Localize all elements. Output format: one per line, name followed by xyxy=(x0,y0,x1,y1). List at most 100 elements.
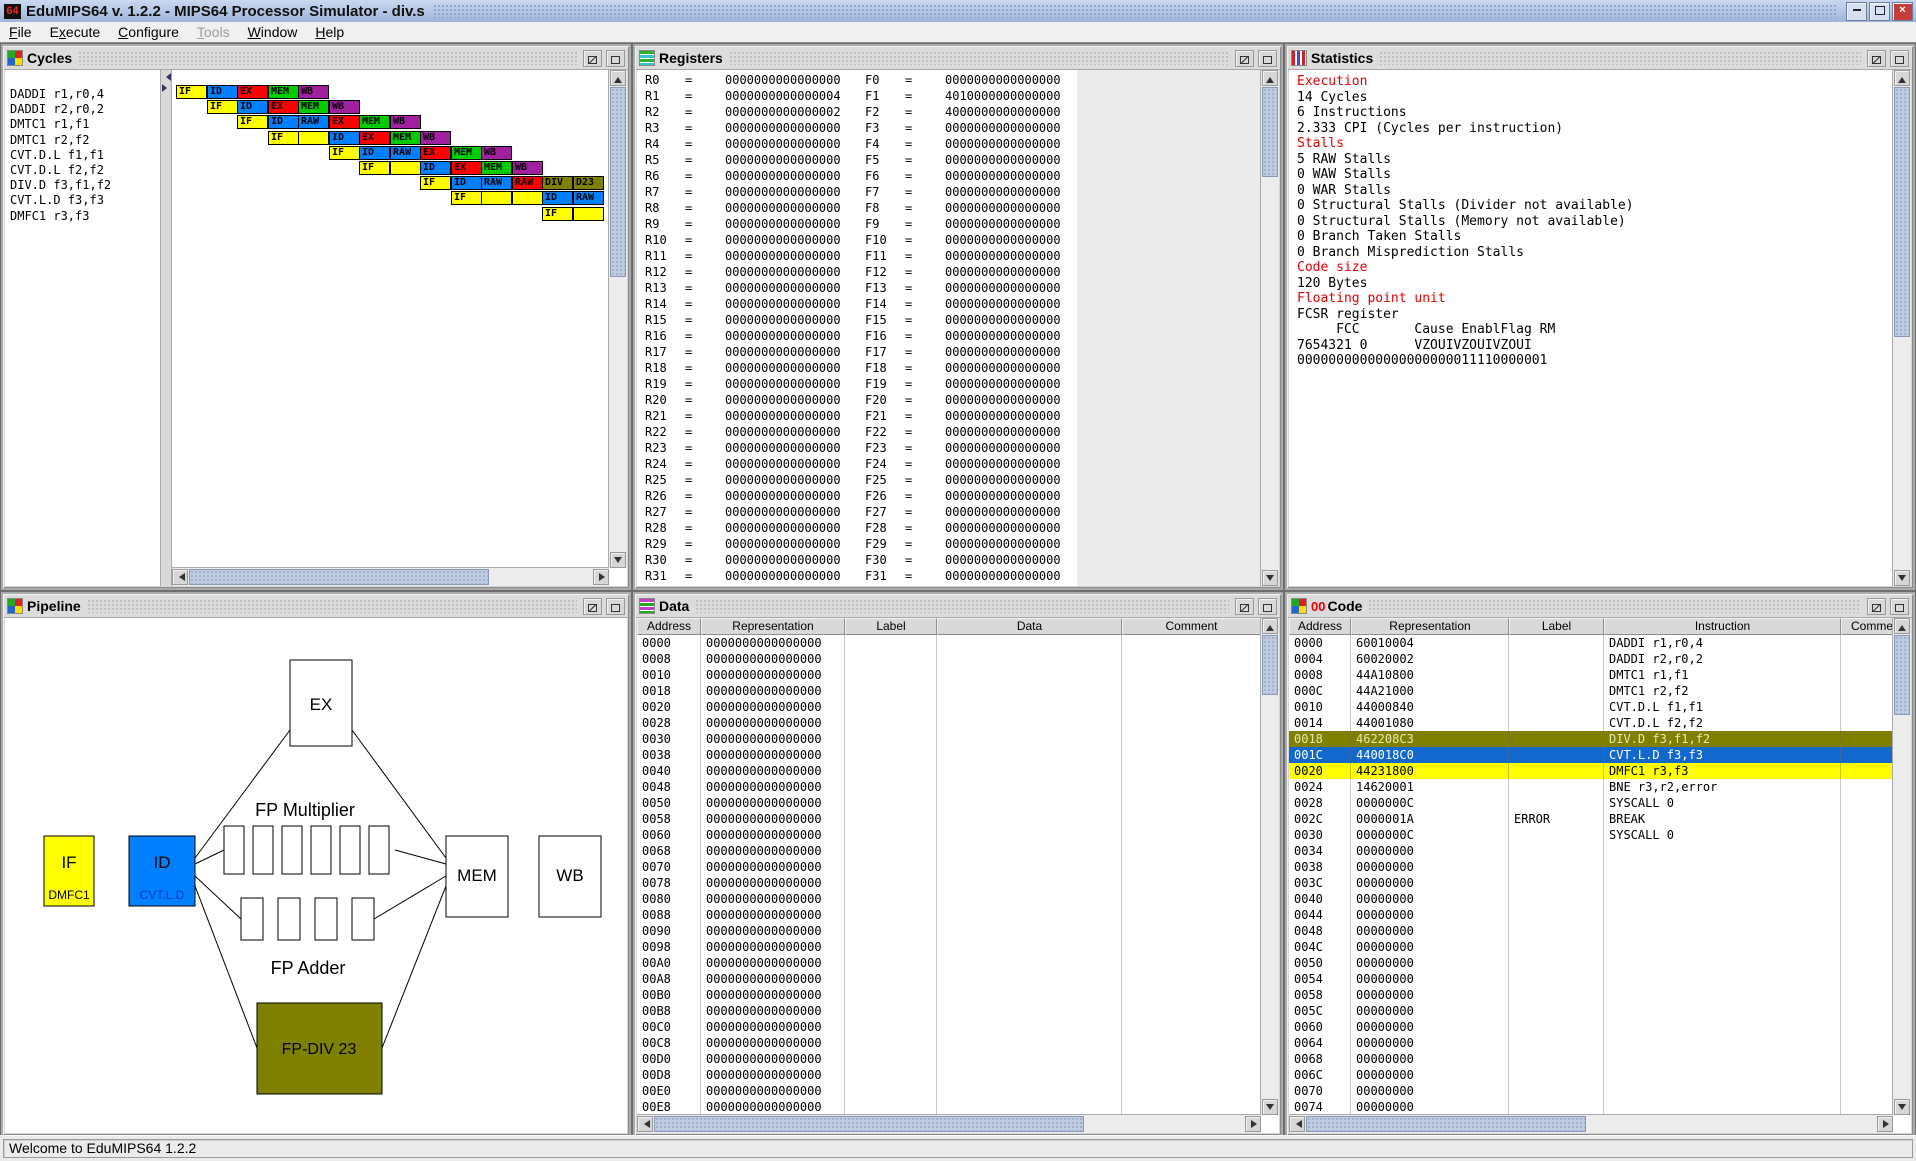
table-row[interactable]: 0090 0000000000000000 xyxy=(637,923,1261,939)
register-row[interactable]: R15 = 0000000000000000 F15 = 0000000000000000 xyxy=(637,312,1279,328)
table-row[interactable]: 0018 462208C3 DIV.D f3,f1,f2 xyxy=(1289,731,1893,747)
close-button[interactable]: × xyxy=(1892,1,1913,21)
register-row[interactable]: R8 = 0000000000000000 F8 = 0000000000000000 xyxy=(637,200,1279,216)
table-row[interactable]: 0070 0000000000000000 xyxy=(637,859,1261,875)
register-row[interactable]: R31 = 0000000000000000 F31 = 0000000000000000 xyxy=(637,568,1279,584)
table-row[interactable]: 0010 44000840 CVT.D.L f1,f1 xyxy=(1289,699,1893,715)
cycles-hscrollbar[interactable] xyxy=(172,567,609,586)
cycles-vscrollbar[interactable] xyxy=(608,70,627,568)
register-row[interactable]: R5 = 0000000000000000 F5 = 0000000000000000 xyxy=(637,152,1279,168)
table-row[interactable]: 005C 00000000 xyxy=(1289,1003,1893,1019)
table-row[interactable]: 0000 60010004 DADDI r1,r0,4 xyxy=(1289,635,1893,651)
pipeline-titlebar[interactable]: Pipeline xyxy=(4,595,628,618)
data-hscroll-thumb[interactable] xyxy=(654,1116,1084,1132)
table-row[interactable]: 0058 0000000000000000 xyxy=(637,811,1261,827)
register-row[interactable]: R24 = 0000000000000000 F24 = 0000000000000000 xyxy=(637,456,1279,472)
registers-vscrollbar[interactable] xyxy=(1260,70,1279,586)
table-row[interactable]: 0000 0000000000000000 xyxy=(637,635,1261,651)
scroll-up-button[interactable] xyxy=(1894,618,1910,634)
table-row[interactable]: 0040 00000000 xyxy=(1289,891,1893,907)
register-row[interactable]: R6 = 0000000000000000 F6 = 0000000000000000 xyxy=(637,168,1279,184)
table-row[interactable]: 00A0 0000000000000000 xyxy=(637,955,1261,971)
menu-file[interactable]: File xyxy=(0,23,41,41)
table-row[interactable]: 00B8 0000000000000000 xyxy=(637,1003,1261,1019)
scroll-right-button[interactable] xyxy=(1877,1116,1893,1132)
register-row[interactable]: R26 = 0000000000000000 F26 = 0000000000000000 xyxy=(637,488,1279,504)
pipeline-maximize-button[interactable] xyxy=(606,597,625,615)
register-row[interactable]: R11 = 0000000000000000 F11 = 0000000000000000 xyxy=(637,248,1279,264)
table-row[interactable]: 0044 00000000 xyxy=(1289,907,1893,923)
table-row[interactable]: 0004 60020002 DADDI r2,r0,2 xyxy=(1289,651,1893,667)
register-row[interactable]: R14 = 0000000000000000 F14 = 0000000000000000 xyxy=(637,296,1279,312)
register-row[interactable]: R20 = 0000000000000000 F20 = 0000000000000000 xyxy=(637,392,1279,408)
table-row[interactable]: 00B0 0000000000000000 xyxy=(637,987,1261,1003)
scroll-left-button[interactable] xyxy=(637,1116,653,1132)
scroll-up-button[interactable] xyxy=(1894,70,1910,86)
table-row[interactable]: 0040 0000000000000000 xyxy=(637,763,1261,779)
table-row[interactable]: 0008 44A10800 DMTC1 r1,f1 xyxy=(1289,667,1893,683)
code-restore-button[interactable] xyxy=(1867,597,1886,615)
table-row[interactable]: 002C 0000001A ERROR BREAK xyxy=(1289,811,1893,827)
scroll-up-button[interactable] xyxy=(610,70,626,86)
table-row[interactable]: 0074 00000000 xyxy=(1289,1099,1893,1115)
registers-maximize-button[interactable] xyxy=(1258,49,1277,67)
table-row[interactable]: 004C 00000000 xyxy=(1289,939,1893,955)
table-row[interactable]: 0088 0000000000000000 xyxy=(637,907,1261,923)
cycles-hscroll-thumb[interactable] xyxy=(189,569,489,585)
menu-help[interactable]: Help xyxy=(306,23,353,41)
register-row[interactable]: R29 = 0000000000000000 F29 = 0000000000000000 xyxy=(637,536,1279,552)
table-row[interactable]: 00C8 0000000000000000 xyxy=(637,1035,1261,1051)
code-vscroll-thumb[interactable] xyxy=(1894,635,1910,715)
register-row[interactable]: R30 = 0000000000000000 F30 = 0000000000000000 xyxy=(637,552,1279,568)
table-row[interactable]: 0080 0000000000000000 xyxy=(637,891,1261,907)
code-vscrollbar[interactable] xyxy=(1892,618,1911,1115)
cycles-split-divider[interactable] xyxy=(160,70,172,586)
register-row[interactable]: R16 = 0000000000000000 F16 = 0000000000000000 xyxy=(637,328,1279,344)
scroll-down-button[interactable] xyxy=(1894,570,1910,586)
table-row[interactable]: 0030 0000000C SYSCALL 0 xyxy=(1289,827,1893,843)
table-row[interactable]: 000C 44A21000 DMTC1 r2,f2 xyxy=(1289,683,1893,699)
scroll-left-button[interactable] xyxy=(172,569,188,585)
table-row[interactable]: 0034 00000000 xyxy=(1289,843,1893,859)
table-row[interactable]: 0024 14620001 BNE r3,r2,error xyxy=(1289,779,1893,795)
pipeline-restore-button[interactable] xyxy=(583,597,602,615)
statistics-restore-button[interactable] xyxy=(1867,49,1886,67)
register-row[interactable]: R0 = 0000000000000000 F0 = 0000000000000000 xyxy=(637,72,1279,88)
table-row[interactable]: 0060 0000000000000000 xyxy=(637,827,1261,843)
table-row[interactable]: 001C 440018C0 CVT.L.D f3,f3 xyxy=(1289,747,1893,763)
menu-window[interactable]: Window xyxy=(239,23,307,41)
register-row[interactable]: R27 = 0000000000000000 F27 = 0000000000000000 xyxy=(637,504,1279,520)
register-row[interactable]: R1 = 0000000000000004 F1 = 4010000000000000 xyxy=(637,88,1279,104)
register-row[interactable]: R9 = 0000000000000000 F9 = 0000000000000000 xyxy=(637,216,1279,232)
table-row[interactable]: 0038 0000000000000000 xyxy=(637,747,1261,763)
register-row[interactable]: R3 = 0000000000000000 F3 = 0000000000000000 xyxy=(637,120,1279,136)
register-row[interactable]: R7 = 0000000000000000 F7 = 0000000000000000 xyxy=(637,184,1279,200)
scroll-down-button[interactable] xyxy=(1894,1099,1910,1115)
table-row[interactable]: 0038 00000000 xyxy=(1289,859,1893,875)
registers-restore-button[interactable] xyxy=(1235,49,1254,67)
scroll-up-button[interactable] xyxy=(1262,618,1278,634)
collapse-left-icon[interactable] xyxy=(162,73,171,81)
table-row[interactable]: 0068 0000000000000000 xyxy=(637,843,1261,859)
register-row[interactable]: R13 = 0000000000000000 F13 = 0000000000000000 xyxy=(637,280,1279,296)
table-row[interactable]: 00C0 0000000000000000 xyxy=(637,1019,1261,1035)
cycles-maximize-button[interactable] xyxy=(606,49,625,67)
cycles-titlebar[interactable]: Cycles xyxy=(4,47,628,70)
statistics-vscroll-thumb[interactable] xyxy=(1894,87,1910,337)
table-row[interactable]: 0028 0000000000000000 xyxy=(637,715,1261,731)
data-titlebar[interactable]: Data xyxy=(636,595,1280,618)
table-row[interactable]: 0048 0000000000000000 xyxy=(637,779,1261,795)
table-row[interactable]: 0018 0000000000000000 xyxy=(637,683,1261,699)
register-row[interactable]: R25 = 0000000000000000 F25 = 0000000000000000 xyxy=(637,472,1279,488)
table-row[interactable]: 0050 0000000000000000 xyxy=(637,795,1261,811)
scroll-down-button[interactable] xyxy=(610,552,626,568)
expand-right-icon[interactable] xyxy=(161,84,171,92)
table-row[interactable]: 0068 00000000 xyxy=(1289,1051,1893,1067)
table-row[interactable]: 003C 00000000 xyxy=(1289,875,1893,891)
register-row[interactable]: R12 = 0000000000000000 F12 = 0000000000000000 xyxy=(637,264,1279,280)
code-titlebar[interactable]: 00 Code xyxy=(1288,595,1912,618)
cycles-vscroll-thumb[interactable] xyxy=(610,87,626,277)
register-row[interactable]: R2 = 0000000000000002 F2 = 4000000000000000 xyxy=(637,104,1279,120)
scroll-right-button[interactable] xyxy=(1245,1116,1261,1132)
table-row[interactable]: 0098 0000000000000000 xyxy=(637,939,1261,955)
